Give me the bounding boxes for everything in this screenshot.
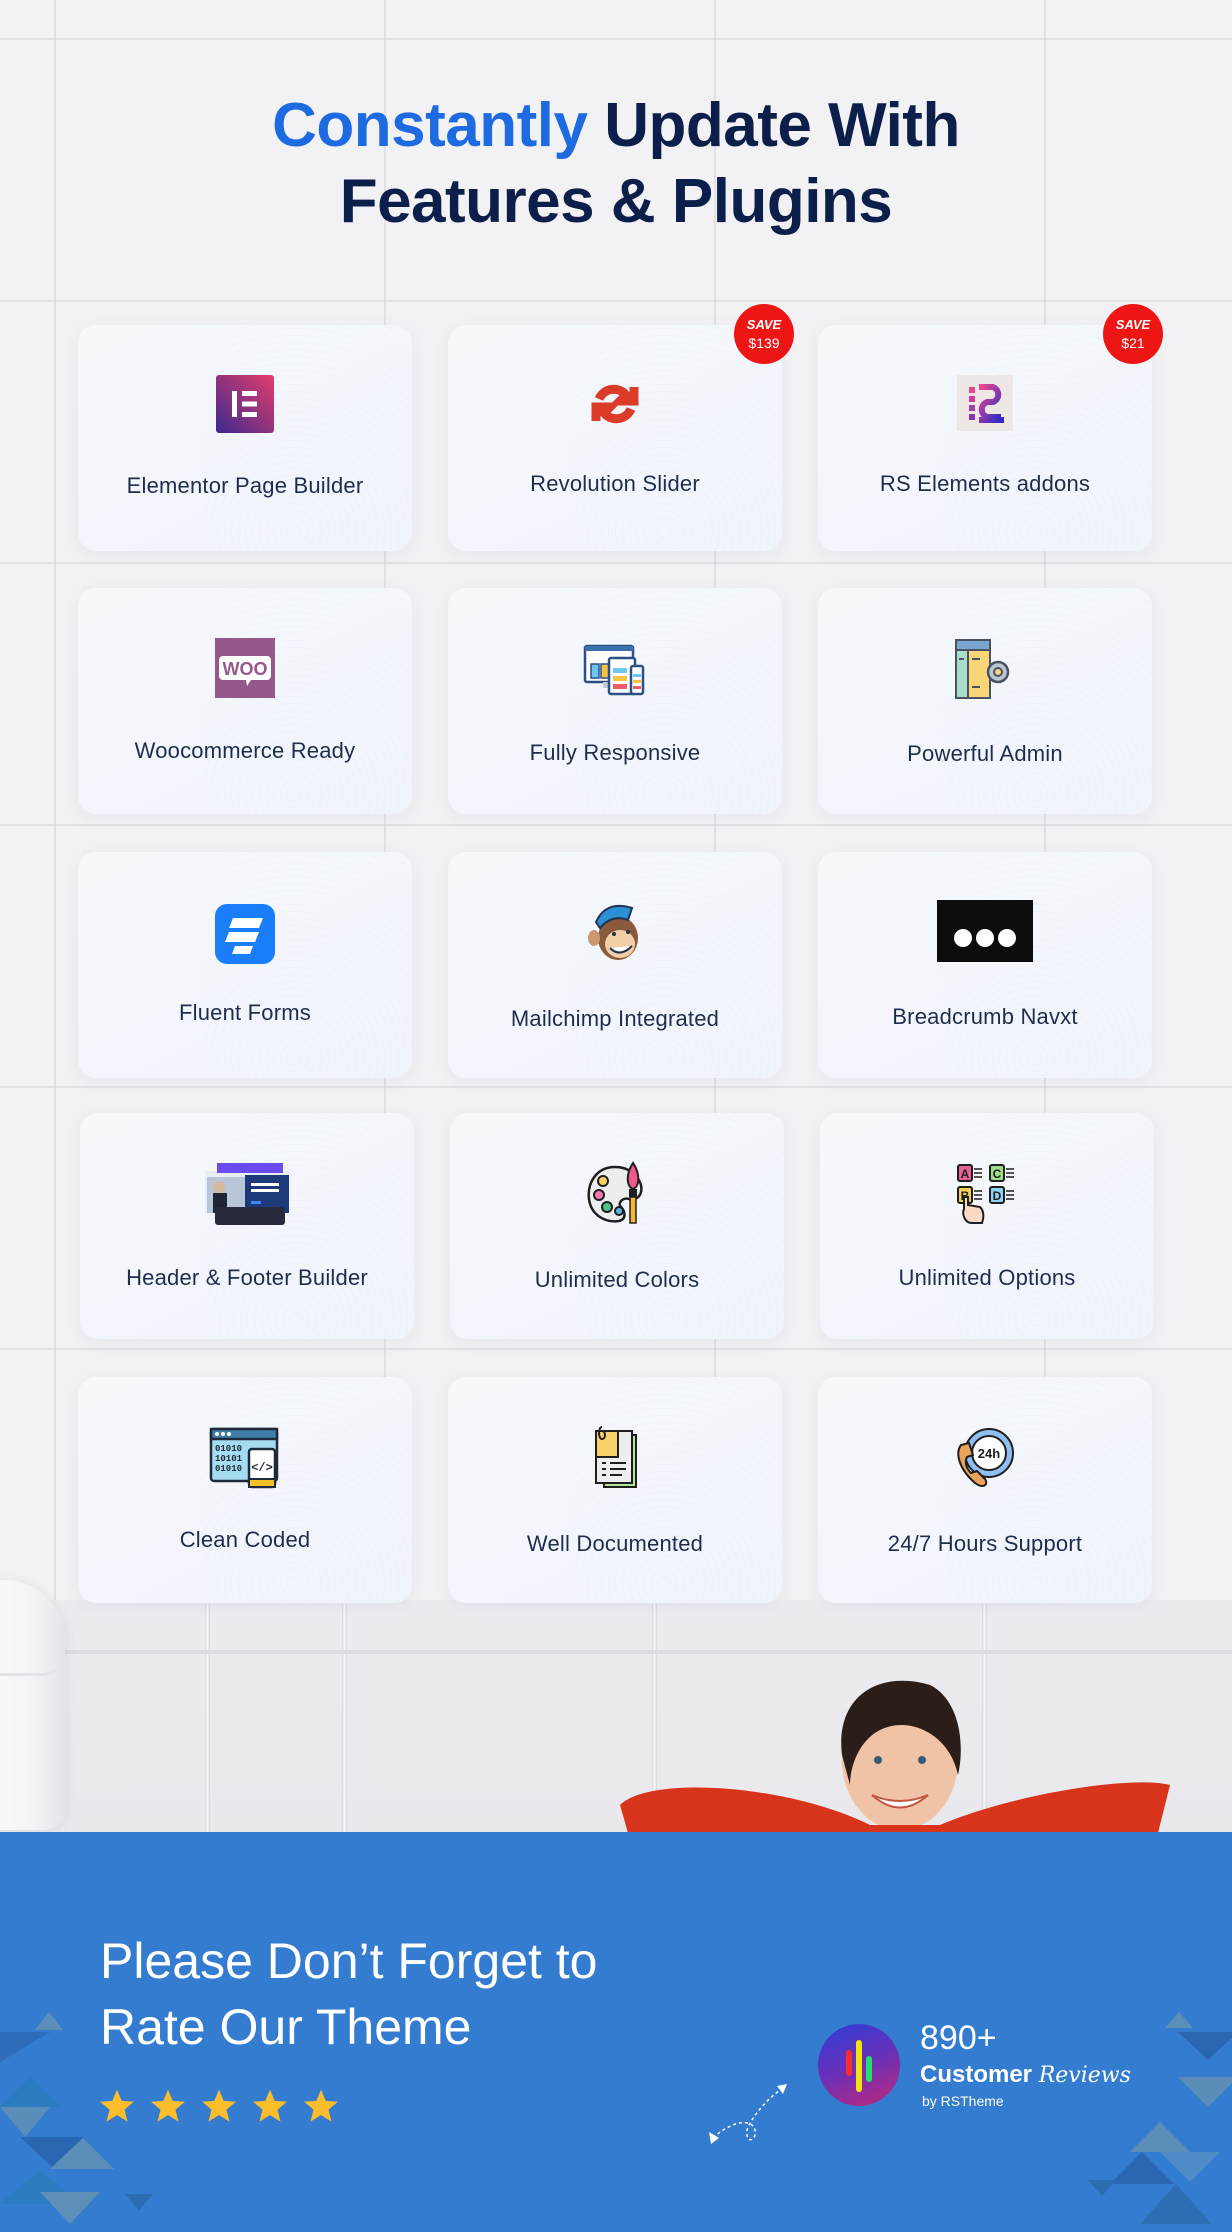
- title-line2: Features & Plugins: [339, 167, 893, 236]
- code-window-icon: 01010 10101 01010 </>: [209, 1427, 279, 1489]
- elementor-icon: [216, 375, 274, 433]
- feature-card-revolution-slider[interactable]: Revolution Slider: [448, 325, 782, 551]
- feature-card-clean-coded[interactable]: 01010 10101 01010 </> Clean Coded: [78, 1377, 412, 1603]
- toilet-decoration: [0, 1580, 65, 1830]
- star-icon[interactable]: [200, 2088, 238, 2124]
- reviews-by: by RSTheme: [922, 2093, 1004, 2109]
- options-abcd-icon: A C B D: [957, 1164, 1014, 1224]
- decorative-triangle: [20, 2137, 84, 2167]
- feature-card-unlimited-options[interactable]: A C B D Unlimited Options: [820, 1113, 1154, 1339]
- feature-card-fluent-forms[interactable]: Fluent Forms: [78, 852, 412, 1078]
- decorative-triangle: [1130, 2122, 1190, 2152]
- revolution-slider-icon: [591, 384, 639, 424]
- save-badge-revolution-slider: SAVE $139: [734, 304, 794, 364]
- rs-elements-icon: [957, 375, 1013, 431]
- decorative-triangle: [1140, 2184, 1212, 2224]
- woocommerce-icon: WOO: [215, 638, 275, 698]
- badge-amount: $139: [748, 335, 780, 351]
- feature-label: Unlimited Colors: [534, 1267, 700, 1292]
- toilet-lid-decoration: [0, 1630, 65, 1676]
- decorative-triangle: [1178, 2077, 1232, 2107]
- decorative-triangle: [1165, 2012, 1193, 2028]
- title-line1: Update With: [604, 91, 960, 160]
- feature-label: Mailchimp Integrated: [510, 1006, 720, 1031]
- admin-settings-icon: [955, 639, 1010, 699]
- feature-label: RS Elements addons: [879, 471, 1091, 496]
- decorative-triangle: [125, 2194, 153, 2210]
- header-footer-preview-icon: [205, 1163, 289, 1225]
- feature-label: Header & Footer Builder: [126, 1265, 368, 1290]
- responsive-devices-icon: [583, 644, 645, 696]
- dashed-arrow-icon: [709, 2084, 787, 2144]
- feature-label: Elementor Page Builder: [126, 473, 364, 498]
- svg-text:01010: 01010: [215, 1444, 242, 1454]
- svg-text:WOO: WOO: [223, 659, 268, 679]
- feature-card-well-documented[interactable]: Well Documented: [448, 1377, 782, 1603]
- reviews-count: 890+: [920, 2019, 997, 2057]
- badge-line1: SAVE: [1115, 317, 1151, 332]
- reviews-label-text: Customer: [920, 2061, 1033, 2088]
- svg-text:</>: </>: [251, 1461, 273, 1475]
- star-icon[interactable]: [302, 2088, 340, 2124]
- save-badge-rs-elements: SAVE $21: [1103, 304, 1163, 364]
- fluent-forms-icon: [215, 904, 275, 964]
- reviews-logo-icon: [818, 2024, 900, 2106]
- reviews-label-script: Reviews: [1038, 2063, 1131, 2088]
- star-rating[interactable]: [98, 2088, 340, 2124]
- title-accent: Constantly: [272, 91, 588, 160]
- badge-amount: $21: [1121, 335, 1145, 351]
- feature-label: Woocommerce Ready: [134, 738, 356, 763]
- feature-card-elementor[interactable]: Elementor Page Builder: [78, 325, 412, 551]
- palette-icon: [587, 1161, 643, 1224]
- star-icon[interactable]: [149, 2088, 187, 2124]
- svg-text:D: D: [993, 1189, 1002, 1203]
- feature-label: Fully Responsive: [529, 740, 701, 765]
- feature-card-unlimited-colors[interactable]: Unlimited Colors: [450, 1113, 784, 1339]
- feature-label: Unlimited Options: [898, 1265, 1076, 1290]
- banner-title-line2: Rate Our Theme: [100, 1999, 472, 2055]
- feature-card-support[interactable]: 24h 24/7 Hours Support: [818, 1377, 1152, 1603]
- svg-text:C: C: [993, 1167, 1002, 1181]
- svg-text:01010: 01010: [215, 1464, 242, 1474]
- mailchimp-icon: [588, 904, 638, 960]
- badge-line1: SAVE: [746, 317, 782, 332]
- feature-label: 24/7 Hours Support: [887, 1531, 1083, 1556]
- svg-text:10101: 10101: [215, 1454, 243, 1464]
- breadcrumb-icon: [937, 900, 1033, 962]
- banner-title-line1: Please Don’t Forget to: [100, 1933, 598, 1989]
- decorative-triangle: [1160, 2152, 1220, 2182]
- star-icon[interactable]: [251, 2088, 289, 2124]
- feature-label: Clean Coded: [179, 1527, 311, 1552]
- feature-label: Powerful Admin: [907, 741, 1063, 766]
- decorative-triangle: [40, 2192, 100, 2224]
- feature-card-responsive[interactable]: Fully Responsive: [448, 588, 782, 814]
- star-icon[interactable]: [98, 2088, 136, 2124]
- feature-card-powerful-admin[interactable]: Powerful Admin: [818, 588, 1152, 814]
- feature-card-header-footer[interactable]: Header & Footer Builder: [80, 1113, 414, 1339]
- support-24h-icon: 24h: [957, 1428, 1014, 1487]
- decorative-triangle: [1178, 2032, 1232, 2060]
- decorative-triangle: [0, 2107, 50, 2137]
- feature-label: Well Documented: [526, 1531, 704, 1556]
- documents-icon: [595, 1426, 637, 1488]
- svg-text:A: A: [961, 1167, 970, 1181]
- svg-text:24h: 24h: [978, 1446, 1000, 1461]
- feature-label: Breadcrumb Navxt: [892, 1004, 1078, 1029]
- reviews-label: Customer Reviews: [920, 2060, 1131, 2091]
- feature-card-breadcrumb[interactable]: Breadcrumb Navxt: [818, 852, 1152, 1078]
- banner-title: Please Don’t Forget to Rate Our Theme: [100, 1928, 598, 2060]
- decorative-triangle: [0, 2032, 50, 2062]
- page-title: Constantly Update With Features & Plugin…: [0, 88, 1232, 240]
- feature-card-woocommerce[interactable]: WOO Woocommerce Ready: [78, 588, 412, 814]
- decorative-triangle: [35, 2012, 63, 2030]
- feature-label: Revolution Slider: [530, 471, 700, 496]
- feature-card-rs-elements[interactable]: RS Elements addons: [818, 325, 1152, 551]
- feature-card-mailchimp[interactable]: Mailchimp Integrated: [448, 852, 782, 1078]
- decorative-triangle: [0, 2077, 60, 2107]
- decorative-triangle: [1088, 2180, 1116, 2196]
- feature-label: Fluent Forms: [179, 1000, 311, 1025]
